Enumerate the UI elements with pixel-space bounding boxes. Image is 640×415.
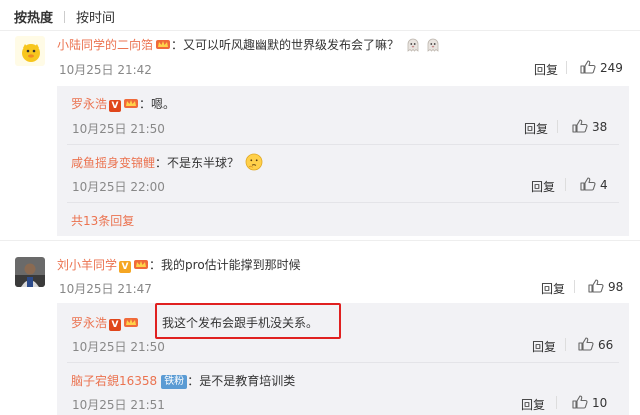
thumbs-up-icon: [578, 337, 594, 351]
username[interactable]: 刘小羊同学: [57, 258, 117, 272]
verified-v-icon: V: [109, 100, 122, 112]
timestamp: 10月25日 21:51: [72, 398, 165, 412]
timestamp: 10月25日 21:50: [72, 340, 165, 354]
colon: ：: [155, 156, 168, 170]
colon: ：: [187, 374, 200, 388]
colon: ：: [171, 38, 184, 52]
like-button[interactable]: 98: [588, 279, 623, 294]
username[interactable]: 小陆同学的二向箔: [57, 38, 153, 52]
reply-line: 我这个发布会跟手机没关系。: [162, 314, 318, 331]
avatar[interactable]: [15, 36, 45, 66]
crown-icon: [123, 316, 139, 328]
like-count: 249: [600, 61, 623, 75]
timestamp: 10月25日 22:00: [72, 180, 165, 194]
ghost-emoji-icon: [405, 37, 421, 56]
reply-text: 我这个发布会跟手机没关系。: [162, 316, 319, 330]
reply-button[interactable]: 回复: [532, 338, 556, 355]
reply-button[interactable]: 回复: [521, 396, 545, 413]
verified-v-icon: V: [119, 261, 132, 273]
reply-line: 罗永浩 V ：嗯。: [71, 95, 175, 112]
avatar-photo-icon: [15, 257, 45, 287]
reply-text: 是不是教育培训类: [199, 374, 296, 388]
like-count: 38: [592, 120, 608, 134]
like-count: 98: [608, 280, 624, 294]
reply-button[interactable]: 回复: [531, 178, 555, 195]
username[interactable]: 罗永浩: [71, 97, 107, 111]
username[interactable]: 脑子宕鋧16358: [71, 374, 157, 388]
divider: [574, 280, 575, 293]
like-button[interactable]: 4: [580, 177, 608, 192]
timestamp: 10月25日 21:42: [59, 63, 152, 77]
like-button[interactable]: 66: [578, 337, 613, 352]
reply-text: 不是东半球？: [167, 156, 240, 170]
reply-line: 脑子宕鋧16358 铁粉 ：是不是教育培训类: [71, 372, 295, 389]
divider: [67, 144, 619, 145]
crown-icon: [133, 258, 149, 270]
reply-button[interactable]: 回复: [541, 280, 565, 297]
divider: [0, 240, 640, 241]
reply-button[interactable]: 回复: [534, 61, 558, 78]
tab-sort-by-time[interactable]: 按时间: [76, 11, 115, 26]
sort-tabs: 按热度 按时间: [14, 7, 115, 26]
thumbs-up-icon: [588, 279, 604, 293]
divider: [557, 120, 558, 133]
tab-sort-by-hot[interactable]: 按热度: [14, 11, 53, 26]
divider: [67, 202, 619, 203]
avatar-duck-icon: [15, 36, 45, 66]
divider: [565, 178, 566, 191]
reply-line: 罗永浩 V: [71, 314, 139, 331]
reply-button[interactable]: 回复: [524, 120, 548, 137]
thumbs-up-icon: [572, 119, 588, 133]
like-count: 4: [600, 178, 608, 192]
like-button[interactable]: 249: [580, 60, 623, 75]
like-count: 10: [592, 396, 608, 410]
more-replies-link[interactable]: 共13条回复: [71, 212, 134, 229]
thumbs-up-icon: [580, 60, 596, 74]
reply-text: 嗯。: [151, 97, 176, 111]
fan-badge: 铁粉: [161, 375, 188, 389]
timestamp: 10月25日 21:47: [59, 282, 152, 296]
divider: [565, 338, 566, 351]
like-button[interactable]: 38: [572, 119, 607, 134]
comment-text: 我的pro估计能撑到那时候: [161, 258, 301, 272]
colon: ：: [139, 97, 152, 111]
divider: [556, 396, 557, 409]
verified-v-icon: V: [109, 319, 122, 331]
ghost-emoji-icon: [425, 37, 441, 56]
tab-separator: [64, 11, 66, 23]
reply-line: 咸鱼摇身变锦鲤：不是东半球？: [71, 153, 263, 174]
comment-line: 小陆同学的二向箔 ：又可以听风趣幽默的世界级发布会了嘛？: [57, 36, 441, 56]
username[interactable]: 咸鱼摇身变锦鲤: [71, 156, 155, 170]
thumbs-up-icon: [572, 395, 588, 409]
divider: [67, 362, 619, 363]
crown-icon: [155, 38, 171, 50]
avatar[interactable]: [15, 257, 45, 287]
thinking-emoji-icon: [245, 153, 263, 174]
like-button[interactable]: 10: [572, 395, 607, 410]
crown-icon: [123, 97, 139, 109]
username[interactable]: 罗永浩: [71, 316, 107, 330]
divider: [566, 61, 567, 74]
timestamp: 10月25日 21:50: [72, 122, 165, 136]
colon: ：: [149, 258, 162, 272]
like-count: 66: [598, 338, 614, 352]
thumbs-up-icon: [580, 177, 596, 191]
comment-line: 刘小羊同学 V ：我的pro估计能撑到那时候: [57, 256, 301, 273]
comment-text: 又可以听风趣幽默的世界级发布会了嘛？: [183, 38, 400, 52]
divider: [0, 30, 640, 31]
